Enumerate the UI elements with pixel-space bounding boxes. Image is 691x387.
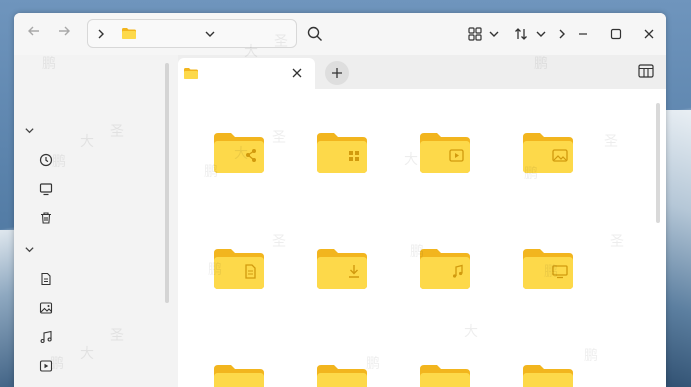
sidebar-item-trash[interactable] [34,207,164,229]
folder-item[interactable] [523,249,573,289]
arrow-left-icon [28,26,39,36]
folder-item[interactable] [523,365,573,387]
close-button[interactable] [638,23,660,45]
folder-icon [420,249,470,289]
more-button[interactable] [551,23,573,45]
video-icon [39,360,53,372]
folder-icon [317,249,367,289]
folder-icon [214,365,264,387]
chevron-down-icon [536,31,546,37]
folder-icon [122,28,136,39]
forward-button[interactable] [54,24,74,44]
folder-icon [420,365,470,387]
sidebar-item-desktop[interactable] [34,178,164,200]
image-icon [39,302,53,314]
folder-icon [523,249,573,289]
add-tab-button[interactable] [325,61,349,85]
folder-icon [420,133,470,173]
folder-icon [214,249,264,289]
sort-icon [515,28,527,40]
folder-item[interactable] [420,365,470,387]
chevron-down-icon[interactable] [204,28,216,40]
maximize-button[interactable] [605,23,627,45]
close-icon [644,29,654,39]
folder-icon [523,365,573,387]
chevron-right-icon [98,29,104,39]
file-manager-window: 鹏 大 圣 鹏 鹏 大 圣 鹏 大 圣 大 鹏 圣 鹏 圣 鹏 鹏 圣 鹏 大 … [14,13,666,387]
close-icon[interactable] [291,67,303,79]
folder-icon [317,133,367,173]
folder-item[interactable] [420,249,470,289]
folder-item[interactable] [317,133,367,173]
document-icon [41,272,51,286]
chevron-down-icon [25,246,34,252]
title-bar [14,13,666,55]
main-content [178,55,666,387]
view-mode-dropdown[interactable] [483,23,505,45]
folder-item[interactable] [420,133,470,173]
sort-button[interactable] [510,23,532,45]
sidebar-item-documents[interactable] [34,268,164,290]
folder-item[interactable] [317,365,367,387]
folder-item[interactable] [317,249,367,289]
sidebar [14,55,178,387]
tab-strip [178,55,666,89]
sort-dropdown[interactable] [530,23,552,45]
sidebar-scrollbar[interactable] [165,63,169,303]
folder-grid [178,89,666,387]
folder-icon [214,133,264,173]
search-button[interactable] [304,23,326,45]
music-icon [40,330,52,344]
chevron-right-icon [559,29,565,39]
search-icon [307,26,322,41]
folder-item[interactable] [214,133,264,173]
arrow-right-icon [59,26,70,36]
chevron-down-icon [25,127,34,133]
clock-icon [39,153,53,167]
sidebar-item-music[interactable] [34,326,164,348]
folder-icon [523,133,573,173]
address-bar[interactable] [87,19,297,48]
sidebar-item-recent[interactable] [34,149,164,171]
monitor-icon [39,183,53,196]
back-button[interactable] [24,24,44,44]
sidebar-item-videos[interactable] [34,355,164,377]
minimize-button[interactable] [572,23,594,45]
sidebar-panel-icon[interactable] [638,64,654,78]
sidebar-section-header[interactable] [25,119,164,141]
tab-current-folder[interactable] [178,58,315,89]
folder-item[interactable] [214,365,264,387]
plus-icon [332,68,342,78]
folder-icon [317,365,367,387]
folder-item[interactable] [523,133,573,173]
folder-item[interactable] [214,249,264,289]
folder-icon [184,68,198,79]
wallpaper-mountain-right [663,110,691,387]
maximize-icon [610,28,622,40]
sidebar-section-header[interactable] [25,238,164,260]
grid-view-icon [468,27,482,41]
minimize-icon [579,33,587,35]
sidebar-item-pictures[interactable] [34,297,164,319]
trash-icon [41,212,51,224]
chevron-down-icon [489,31,499,37]
